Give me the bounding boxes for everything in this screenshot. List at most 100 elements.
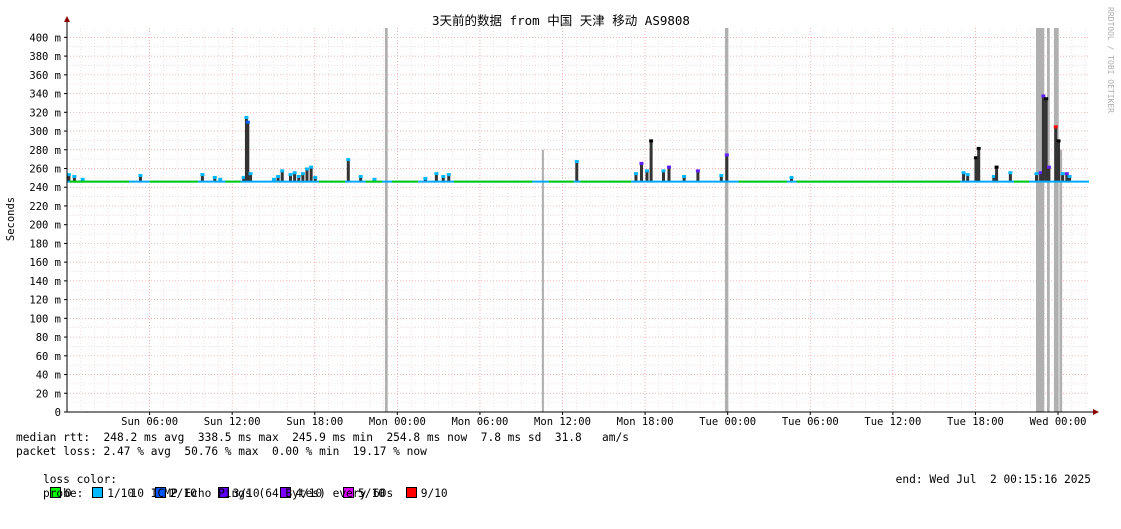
x-tick-label: Wed 00:00 [1030,416,1087,428]
tick-labels: 0 20 m 40 m 60 m 80 m 100 m 120 m 140 m 160 m 180… [29,32,1086,428]
spike-cap [245,120,250,124]
y-tick-label: 360 m [29,70,61,82]
spike-cap [292,171,297,175]
y-tick-label: 100 m [29,313,61,325]
spike-cap [1034,172,1039,176]
spike-smoke [346,159,350,182]
spike-cap [313,175,318,179]
spike-cap [441,174,446,178]
loss-bars [384,28,1063,412]
median-rtt-line: median rtt: 248.2 ms avg 338.5 ms max 24… [16,431,629,444]
y-tick-label: 220 m [29,201,61,213]
spike-cap [446,173,451,177]
spike-cap [649,139,654,143]
y-tick-label: 180 m [29,238,61,250]
stats-panel: median rtt: 248.2 ms avg 338.5 ms max 24… [16,431,1116,500]
spike-cap [965,173,970,177]
spike-cap [271,177,276,181]
spike-smoke [639,162,643,182]
spike-smoke [1057,140,1061,182]
loss-bar [384,28,388,412]
spike-cap [423,176,428,180]
x-tick-label: Sun 18:00 [286,416,343,428]
y-tick-label: 160 m [29,257,61,269]
x-tick-label: Sun 12:00 [204,416,261,428]
spike-cap [248,172,253,176]
spike-cap [346,158,351,162]
x-tick-label: Tue 18:00 [947,416,1004,428]
spike-cap [994,165,999,169]
spike-cap [789,175,794,179]
y-tick-label: 120 m [29,295,61,307]
x-tick-label: Mon 18:00 [617,416,674,428]
spike-smoke [1041,95,1045,182]
x-tick-label: Tue 12:00 [864,416,921,428]
spike-smoke [725,154,729,182]
loss-bar [1047,28,1050,412]
x-tick-label: Mon 00:00 [369,416,426,428]
y-axis-arrow [64,16,70,22]
y-axis-label: Seconds [5,197,17,241]
loss-bar [1036,28,1045,412]
latency-chart: 0 20 m 40 m 60 m 80 m 100 m 120 m 140 m 160 m 180… [5,7,1115,428]
spike-cap [372,177,377,181]
spike-cap [309,165,314,169]
spike-smoke [1054,126,1058,182]
spike-smoke [995,166,999,182]
spike-cap [719,174,724,178]
x-tick-label: Mon 06:00 [451,416,508,428]
y-tick-label: 340 m [29,89,61,101]
spike-cap [434,172,439,176]
spike-cap [300,172,305,176]
spike-smoke [974,157,978,182]
grid [66,28,1089,412]
legend-swatch [405,487,417,498]
loss-color-legend: loss color: 0 1/10 2/10 3/10 4/10 5/10 9… [16,459,1116,500]
spike-cap [280,169,285,173]
y-tick-label: 20 m [36,388,61,400]
spike-cap [358,174,363,178]
rrdtool-watermark: RRDTOOL / TOBI OETIKER [1106,7,1115,113]
spike-cap [976,146,981,150]
spike-cap [961,171,966,175]
spike-smoke [649,140,653,182]
spike-cap [304,167,309,171]
spike-smoke [575,160,579,182]
x-tick-label: Tue 06:00 [782,416,839,428]
spike-cap [72,174,77,178]
spike-cap [661,169,666,173]
spike-cap [639,161,644,165]
loss-bar [1059,149,1063,412]
spike-cap [296,174,301,178]
spike-cap [1053,125,1058,129]
spike-smoke [977,147,981,182]
x-tick-label: Tue 00:00 [699,416,756,428]
spike-cap [1064,172,1069,176]
loss-bar [1053,28,1059,412]
y-tick-label: 380 m [29,51,61,63]
x-tick-label: Sun 06:00 [121,416,178,428]
spike-smoke [667,166,671,182]
spike-cap [288,173,293,177]
spike-cap [244,115,249,119]
y-tick-label: 80 m [36,332,61,344]
spike-cap [695,169,700,173]
spike-cap [276,174,281,178]
chart-title: 3天前的数据 from 中国 天津 移动 AS9808 [432,13,690,28]
spike-cap [1044,97,1049,101]
spike-cap [724,153,729,157]
spike-cap [1046,165,1051,169]
y-tick-label: 260 m [29,163,61,175]
spike-cap [633,172,638,176]
y-tick-label: 240 m [29,182,61,194]
spike-smoke [1044,98,1048,182]
spike-cap [644,169,649,173]
y-tick-label: 280 m [29,145,61,157]
probe-row: probe: 10 ICMP Echo Pings (64 Bytes) eve… [16,473,1116,500]
spike-cap [218,177,223,181]
spike-cap [1008,171,1013,175]
loss-bar [541,149,544,412]
y-tick-label: 40 m [36,370,61,382]
spike-cap [1056,139,1061,143]
y-tick-label: 140 m [29,276,61,288]
